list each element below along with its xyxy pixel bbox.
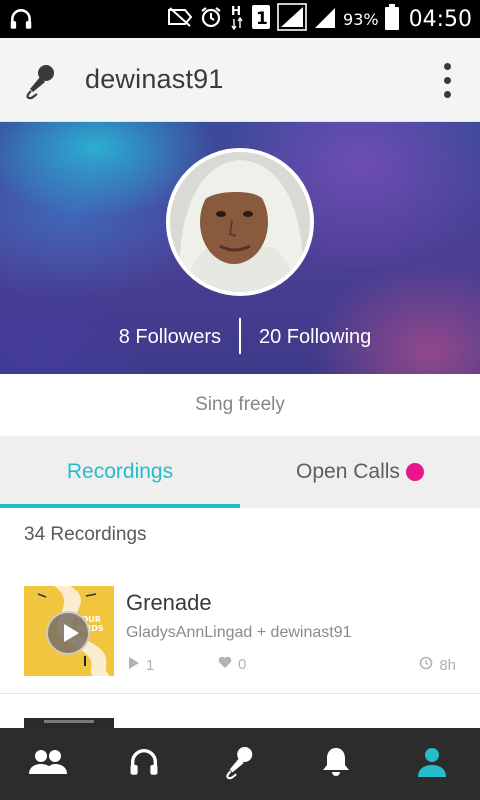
- list-item[interactable]: TOUR BIRDS Grenade GladysAnnLingad + dew…: [0, 580, 480, 694]
- clock: 04:50: [408, 6, 472, 32]
- profile-banner: 8 Followers 20 Following: [0, 122, 480, 374]
- nav-listen[interactable]: [96, 728, 192, 800]
- stats-divider: [239, 318, 241, 354]
- bottom-nav: [0, 728, 480, 800]
- clock-icon: [419, 656, 433, 674]
- play-count: 1: [128, 656, 154, 674]
- people-icon: [29, 748, 67, 781]
- tab-recordings-label: Recordings: [66, 460, 174, 483]
- headphones-icon: [8, 6, 34, 37]
- song-artists: GladysAnnLingad + dewinast91: [126, 624, 352, 641]
- follow-stats: 8 Followers 20 Following: [0, 318, 480, 356]
- svg-text:1: 1: [256, 9, 268, 29]
- bio-text: Sing freely: [195, 394, 285, 415]
- tab-open-calls-label: Open Calls: [296, 460, 400, 483]
- love-count: 0: [218, 656, 246, 673]
- play-count-value: 1: [146, 656, 155, 674]
- nav-notifications[interactable]: [288, 728, 384, 800]
- followers-count[interactable]: 8 Followers: [119, 326, 221, 349]
- battery-icon: [384, 3, 399, 35]
- profile-bio: Sing freely: [0, 374, 480, 436]
- more-vertical-icon[interactable]: [440, 63, 454, 99]
- profile-tabs: Recordings Open Calls: [0, 436, 480, 508]
- tab-recordings[interactable]: Recordings: [0, 436, 240, 508]
- song-title: Grenade: [126, 590, 212, 615]
- app-bar: dewinast91: [0, 38, 480, 122]
- album-cover: [24, 718, 114, 728]
- no-notifications-icon: [167, 6, 193, 33]
- play-icon[interactable]: [46, 611, 90, 655]
- love-count-value: 0: [238, 656, 247, 673]
- recording-age: 8h: [419, 656, 456, 674]
- nav-people[interactable]: [0, 728, 96, 800]
- sim-1-icon: 1: [251, 4, 271, 35]
- following-count[interactable]: 20 Following: [259, 326, 371, 349]
- profile-icon: [417, 746, 447, 783]
- microphone-icon: [224, 744, 256, 785]
- h-plus-network-icon: H: [229, 3, 245, 36]
- play-count-icon: [128, 656, 140, 674]
- notification-dot: [405, 462, 424, 481]
- status-bar: H 1 93% 04:50: [0, 0, 480, 38]
- battery-percent: 93%: [343, 9, 379, 29]
- avatar[interactable]: [166, 148, 314, 296]
- tab-open-calls[interactable]: Open Calls: [240, 436, 480, 508]
- album-cover: TOUR BIRDS: [24, 586, 114, 676]
- nav-profile[interactable]: [384, 728, 480, 800]
- signal-icon: [277, 2, 307, 36]
- recordings-count: 34 Recordings: [24, 524, 147, 545]
- heart-icon: [218, 656, 232, 673]
- svg-text:H: H: [231, 4, 241, 18]
- alarm-icon: [199, 5, 223, 34]
- page-title: dewinast91: [85, 64, 224, 94]
- microphone-icon[interactable]: [24, 62, 58, 105]
- nav-sing[interactable]: [192, 728, 288, 800]
- headphones-icon: [126, 745, 162, 784]
- recording-age-value: 8h: [439, 656, 456, 674]
- signal-icon: [313, 4, 337, 35]
- bell-icon: [321, 746, 351, 783]
